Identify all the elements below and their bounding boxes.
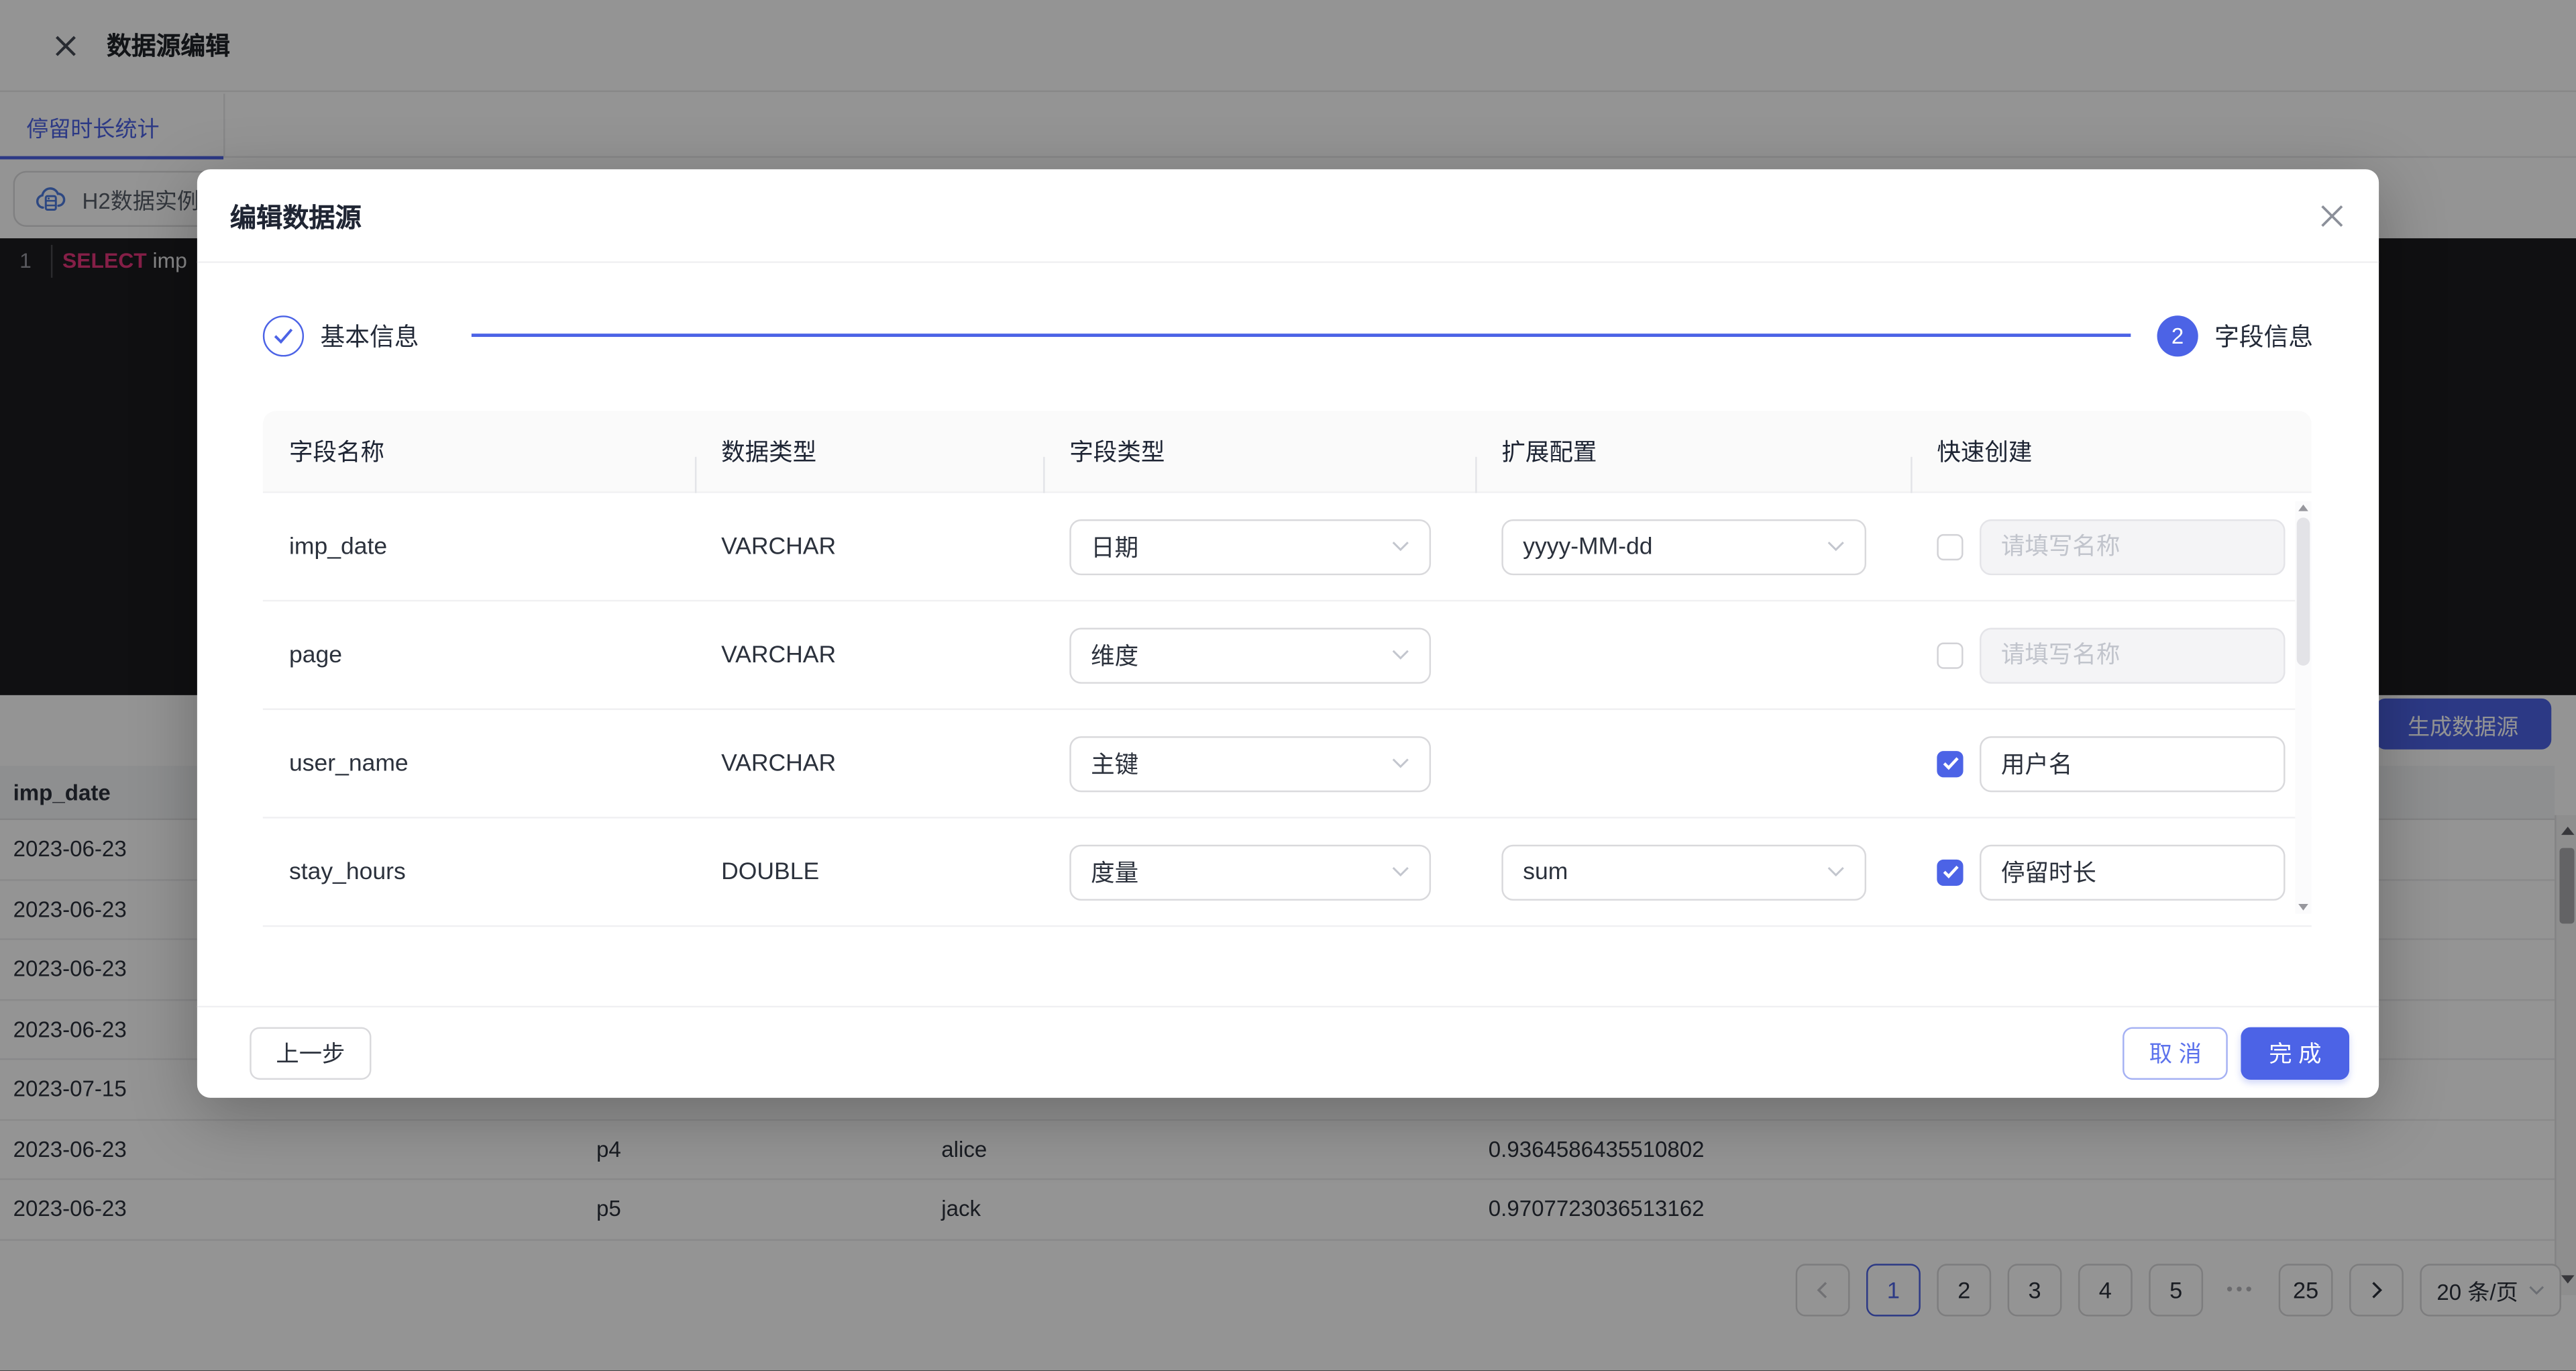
ext-config-cell: yyyy-MM-dd [1475, 519, 1911, 574]
quick-name-input[interactable] [1980, 735, 2286, 791]
field-name: stay_hours [263, 859, 695, 885]
modal-footer: 上一步 取 消 完 成 [197, 1006, 2379, 1098]
data-type: DOUBLE [695, 859, 1043, 885]
check-icon [1941, 864, 1959, 879]
quick-create-checkbox[interactable] [1937, 859, 1963, 885]
field-type-cell: 日期 [1043, 519, 1475, 574]
fields-table-scrollbar[interactable] [2295, 501, 2311, 914]
check-icon [273, 326, 294, 344]
chevron-down-icon [1827, 541, 1845, 552]
scroll-down-icon[interactable] [2298, 904, 2308, 911]
field-name: user_name [263, 750, 695, 776]
select-value: 日期 [1091, 529, 1138, 564]
data-type: VARCHAR [695, 534, 1043, 560]
prev-step-button[interactable]: 上一步 [250, 1026, 371, 1078]
scroll-up-icon[interactable] [2298, 505, 2308, 511]
cancel-button[interactable]: 取 消 [2123, 1026, 2228, 1078]
fields-table-header: 字段名称 数据类型 字段类型 扩展配置 快速创建 [263, 411, 2312, 493]
chevron-down-icon [1391, 541, 1409, 552]
column-header-quick-create: 快速创建 [1911, 434, 2312, 468]
chevron-down-icon [1391, 649, 1409, 660]
step2-number-badge: 2 [2157, 315, 2198, 356]
select-value: 维度 [1091, 638, 1138, 672]
quick-create-checkbox[interactable] [1937, 642, 1963, 668]
quick-create-cell [1911, 844, 2312, 900]
step1-finished-circle [263, 315, 304, 356]
check-icon [1941, 756, 1959, 771]
field-name: imp_date [263, 534, 695, 560]
field-row-imp-date: imp_date VARCHAR 日期 yyyy-MM-dd [263, 493, 2312, 602]
field-type-cell: 维度 [1043, 627, 1475, 682]
field-row-page: page VARCHAR 维度 [263, 601, 2312, 710]
step1-label: 基本信息 [321, 318, 419, 352]
field-type-select[interactable]: 主键 [1069, 735, 1431, 791]
field-type-select[interactable]: 度量 [1069, 844, 1431, 900]
step-connector [472, 334, 2131, 337]
screen: 数据源编辑 停留时长统计 H2数据实例 1SELECT imp [0, 0, 2576, 1370]
data-type: VARCHAR [695, 750, 1043, 776]
date-format-select[interactable]: yyyy-MM-dd [1501, 519, 1866, 574]
select-value: 主键 [1091, 746, 1138, 780]
quick-create-cell [1911, 519, 2312, 574]
quick-create-cell [1911, 627, 2312, 682]
finish-button[interactable]: 完 成 [2241, 1026, 2349, 1078]
field-type-select[interactable]: 日期 [1069, 519, 1431, 574]
select-value: 度量 [1091, 854, 1138, 888]
field-row-stay-hours: stay_hours DOUBLE 度量 sum [263, 819, 2312, 927]
field-row-user-name: user_name VARCHAR 主键 [263, 710, 2312, 819]
ext-config-cell: sum [1475, 844, 1911, 900]
modal-header: 编辑数据源 [197, 169, 2379, 263]
edit-datasource-modal: 编辑数据源 基本信息 2 字段信息 字段名称 数据类型 字段类型 扩展配置 快速… [197, 169, 2379, 1098]
select-value: sum [1523, 859, 1568, 885]
quick-name-input [1980, 627, 2286, 682]
scrollbar-thumb[interactable] [2297, 517, 2310, 665]
fields-table: 字段名称 数据类型 字段类型 扩展配置 快速创建 imp_date VARCHA… [263, 411, 2312, 927]
quick-name-input [1980, 519, 2286, 574]
aggregation-select[interactable]: sum [1501, 844, 1866, 900]
steps: 基本信息 2 字段信息 [263, 299, 2313, 372]
modal-title: 编辑数据源 [230, 195, 362, 235]
quick-name-input[interactable] [1980, 844, 2286, 900]
quick-create-cell [1911, 735, 2312, 791]
chevron-down-icon [1827, 866, 1845, 878]
column-header-data-type: 数据类型 [695, 434, 1043, 468]
chevron-down-icon [1391, 758, 1409, 769]
column-header-field-name: 字段名称 [263, 434, 695, 468]
step2-label: 字段信息 [2214, 318, 2313, 352]
quick-create-checkbox[interactable] [1937, 750, 1963, 776]
field-type-cell: 主键 [1043, 735, 1475, 791]
field-name: page [263, 642, 695, 668]
chevron-down-icon [1391, 866, 1409, 878]
field-type-cell: 度量 [1043, 844, 1475, 900]
modal-close-icon[interactable] [2318, 201, 2347, 230]
column-header-ext-config: 扩展配置 [1475, 434, 1911, 468]
quick-create-checkbox[interactable] [1937, 534, 1963, 560]
field-type-select[interactable]: 维度 [1069, 627, 1431, 682]
select-value: yyyy-MM-dd [1523, 534, 1652, 560]
data-type: VARCHAR [695, 642, 1043, 668]
column-header-field-type: 字段类型 [1043, 434, 1475, 468]
